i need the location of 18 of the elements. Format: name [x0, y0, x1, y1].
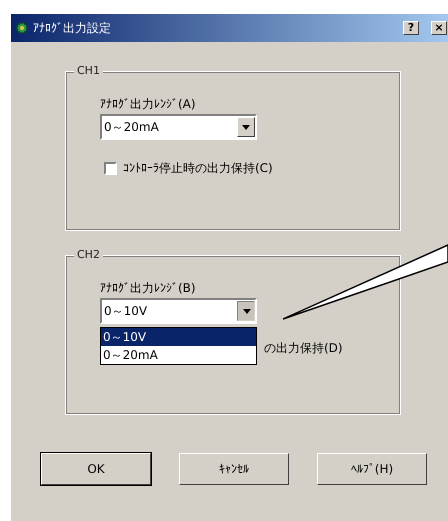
dropdown-option[interactable]: 0～20mA — [101, 346, 256, 364]
field-label: ｱﾅﾛｸﾞ出力ﾚﾝｼﾞ(A) — [100, 96, 197, 113]
field-label: ｱﾅﾛｸﾞ出力ﾚﾝｼﾞ(B) — [100, 280, 197, 297]
help-button[interactable]: ﾍﾙﾌﾟ(H) — [317, 453, 427, 485]
help-button[interactable]: ? — [403, 21, 419, 35]
cancel-button[interactable]: ｷｬﾝｾﾙ — [179, 453, 289, 485]
close-button[interactable]: × — [431, 21, 447, 35]
gear-icon — [15, 21, 29, 35]
dropdown-option[interactable]: 0～10V — [101, 328, 256, 346]
dropdown[interactable]: 0～10V — [100, 298, 257, 324]
ok-button[interactable]: OK — [41, 453, 151, 485]
dropdown[interactable]: 0～20mA — [100, 114, 257, 140]
group-title: CH2 — [74, 248, 103, 261]
checkbox-label: の出力保持(D) — [264, 340, 343, 357]
checkbox[interactable] — [104, 162, 117, 175]
checkbox-label: ｺﾝﾄﾛｰﾗ停止時の出力保持(C) — [123, 160, 273, 177]
window-title: ｱﾅﾛｸﾞ出力設定 — [33, 20, 111, 36]
group-title: CH1 — [74, 64, 103, 77]
